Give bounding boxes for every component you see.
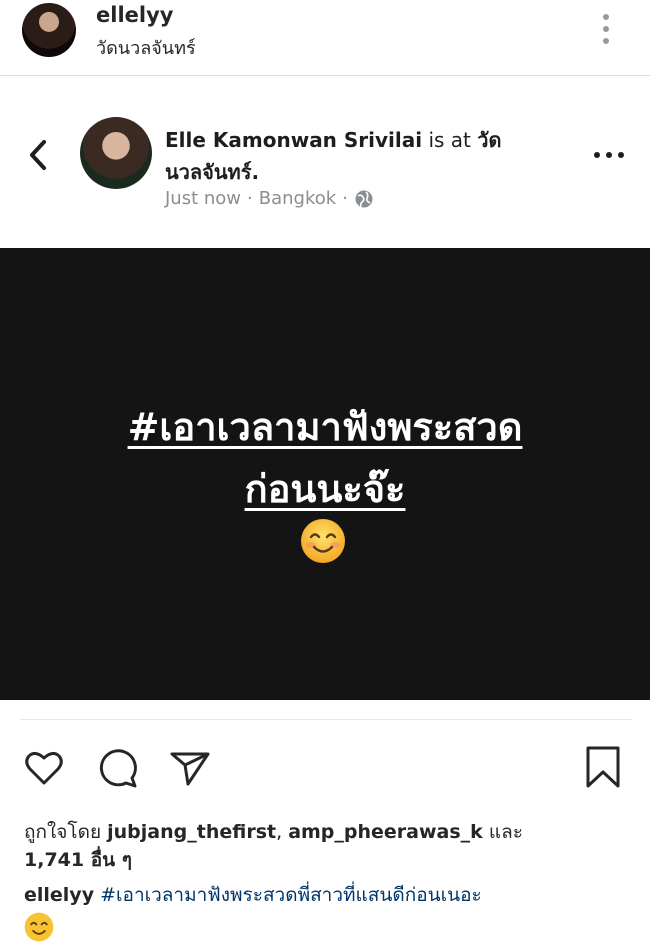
fb-avatar bbox=[80, 117, 152, 189]
fb-author-line: Elle Kamonwan Srivilai is at วัด bbox=[165, 124, 501, 156]
fb-place-part1: วัด bbox=[477, 128, 502, 152]
fb-more-icon bbox=[592, 150, 626, 160]
username[interactable]: ellelyy bbox=[96, 3, 173, 27]
fb-city: Bangkok bbox=[258, 188, 337, 209]
post-image[interactable]: #เอาเวลามาฟังพระสวด ก่อนนะจ๊ะ bbox=[0, 248, 650, 700]
fb-author-name: Elle Kamonwan Srivilai bbox=[165, 128, 423, 152]
fb-is-at-text: is at bbox=[422, 128, 478, 152]
likes-count[interactable]: 1,741 อื่น ๆ bbox=[24, 849, 132, 871]
location-label[interactable]: วัดนวลจันทร์ bbox=[96, 33, 196, 62]
post-text-line1: #เอาเวลามาฟังพระสวด bbox=[127, 405, 523, 449]
liker-username[interactable]: jubjang_thefirst bbox=[107, 821, 276, 843]
smiling-face-emoji bbox=[24, 912, 54, 942]
caption-hashtag[interactable]: #เอาเวลามาฟังพระสวดพี่สาวที่แสนดีก่อนเนอ… bbox=[94, 884, 482, 906]
avatar[interactable] bbox=[22, 3, 76, 57]
likes-comma: , bbox=[276, 821, 289, 843]
likes-prefix: ถูกใจโดย bbox=[24, 821, 108, 843]
more-options-icon[interactable] bbox=[596, 12, 616, 46]
post-header: ellelyy วัดนวลจันทร์ bbox=[0, 0, 650, 76]
fb-separator: · bbox=[247, 188, 253, 209]
liker-username[interactable]: amp_pheerawas_k bbox=[288, 821, 483, 843]
smiling-face-emoji bbox=[301, 519, 345, 563]
bookmark-icon[interactable] bbox=[582, 746, 626, 790]
comment-icon[interactable] bbox=[96, 746, 140, 790]
likes-summary: ถูกใจโดย jubjang_thefirst, amp_pheerawas… bbox=[24, 818, 624, 874]
fb-time: Just now bbox=[165, 188, 242, 209]
post-text-line2: ก่อนนะจ๊ะ bbox=[244, 467, 406, 511]
paper-plane-icon[interactable] bbox=[168, 746, 212, 790]
fb-separator: · bbox=[342, 188, 348, 209]
back-arrow-icon bbox=[26, 138, 52, 172]
heart-icon[interactable] bbox=[22, 746, 66, 790]
fb-place-part2: นวลจันทร์. bbox=[165, 160, 260, 184]
divider bbox=[20, 719, 632, 720]
caption-username[interactable]: ellelyy bbox=[24, 884, 94, 906]
caption: ellelyy #เอาเวลามาฟังพระสวดพี่สาวที่แสนด… bbox=[24, 880, 634, 910]
fb-post-meta: Just now · Bangkok · bbox=[165, 188, 374, 209]
globe-icon bbox=[355, 190, 373, 207]
likes-and: และ bbox=[482, 821, 523, 843]
